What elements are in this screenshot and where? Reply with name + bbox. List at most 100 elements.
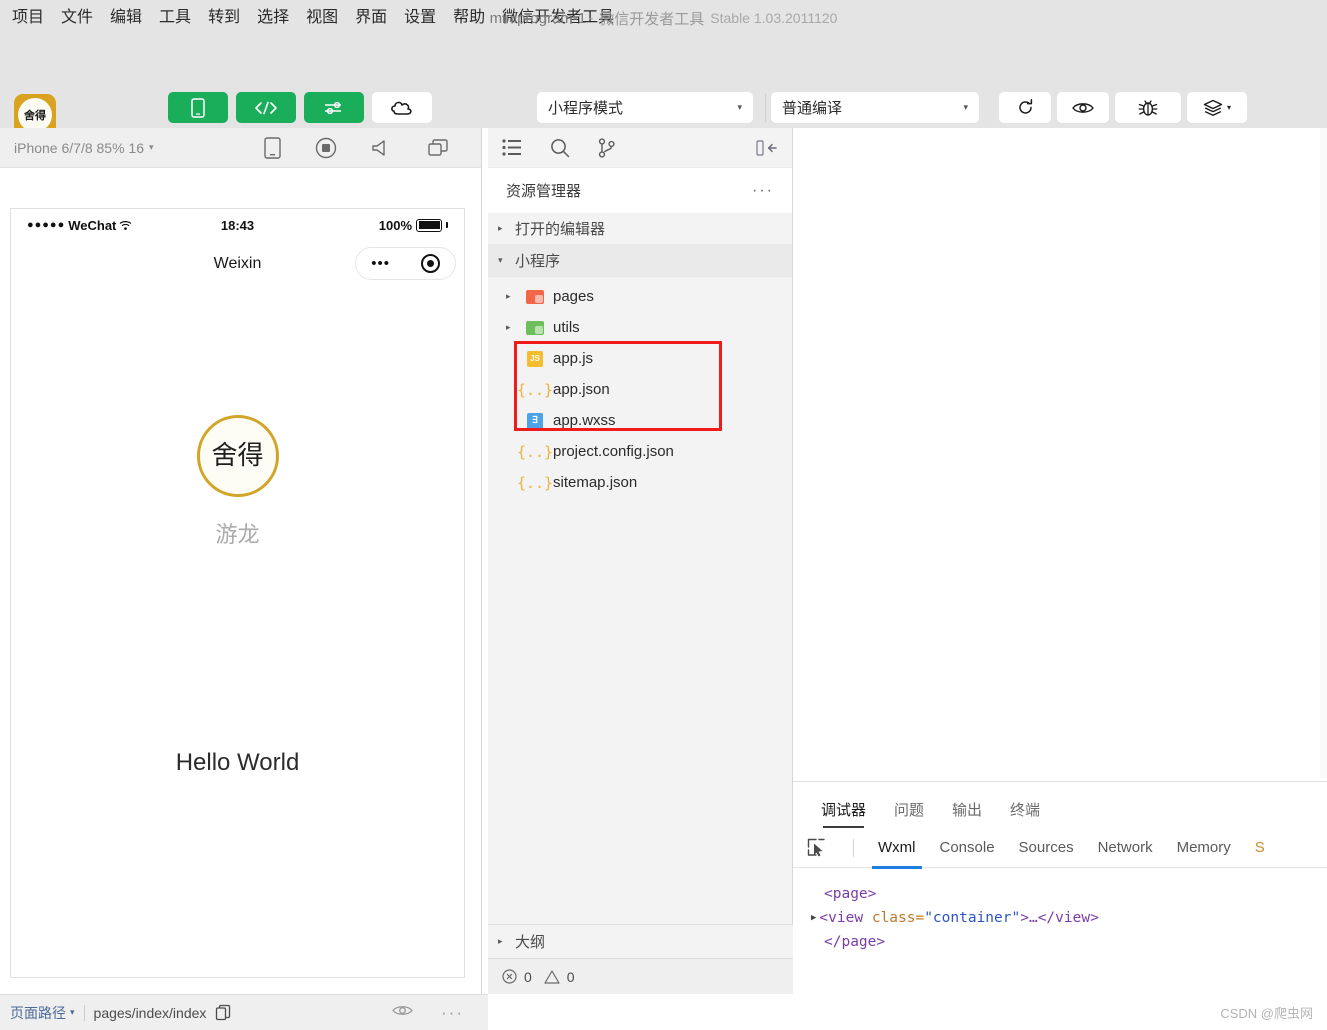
chevron-right-icon: ▸ (506, 291, 511, 301)
record-icon[interactable] (315, 137, 337, 159)
explorer-list-icon[interactable] (502, 139, 522, 156)
menu-item-goto[interactable]: 转到 (208, 0, 240, 36)
tree-item-app-json[interactable]: {..} app.json (488, 374, 792, 405)
section-outline[interactable]: ▸ 大纲 (488, 924, 793, 958)
tree-item-label: utils (553, 319, 580, 336)
section-open-editors[interactable]: ▸ 打开的编辑器 (488, 213, 792, 245)
menu-item-edit[interactable]: 编辑 (110, 0, 142, 36)
app-logo-glyph: 舍得 (18, 98, 52, 132)
editor-scrollbar[interactable] (1320, 128, 1327, 778)
copy-icon[interactable] (215, 1004, 231, 1021)
layers-icon: ▾ (1187, 92, 1247, 123)
tree-item-label: project.config.json (553, 443, 674, 460)
simulator-panel: iPhone 6/7/8 85% 16 ▾ ●●●●● WeChat 18:43… (0, 128, 482, 994)
miniprogram-page: 舍得 游龙 Hello World (11, 287, 464, 977)
compile-select-value: 普通编译 (782, 100, 843, 117)
wxml-line-1: <page> (811, 882, 1327, 906)
simulator-header: iPhone 6/7/8 85% 16 ▾ (0, 128, 481, 168)
tree-item-app-js[interactable]: JS app.js (488, 343, 792, 374)
explorer-more-icon[interactable]: ··· (752, 182, 774, 200)
phone-battery: 100% (379, 218, 448, 233)
collapse-sidebar-icon[interactable] (756, 139, 778, 157)
subtab-truncated[interactable]: S (1255, 828, 1265, 868)
search-icon[interactable] (550, 138, 570, 158)
expand-triangle-icon[interactable]: ▶ (811, 906, 816, 930)
menu-item-help[interactable]: 帮助 (453, 0, 485, 36)
volume-icon[interactable] (371, 138, 393, 158)
device-rotate-icon[interactable] (264, 136, 281, 159)
tree-item-project-config-json[interactable]: {..} project.config.json (488, 436, 792, 467)
chevron-down-icon: ▾ (737, 102, 742, 112)
source-control-icon[interactable] (598, 137, 616, 158)
element-picker-icon[interactable] (807, 838, 827, 857)
carrier-name: WeChat (68, 217, 117, 233)
explorer-panel: 资源管理器 ··· ▸ 打开的编辑器 ▾ 小程序 ▸ pages ▸ utils (488, 128, 793, 994)
tree-item-utils[interactable]: ▸ utils (488, 312, 792, 343)
compile-select[interactable]: 普通编译 ▾ (771, 92, 979, 123)
section-miniprogram[interactable]: ▾ 小程序 (488, 245, 792, 277)
menu-item-select[interactable]: 选择 (257, 0, 289, 36)
subtab-console[interactable]: Console (940, 828, 995, 868)
chevron-right-icon: ▸ (498, 223, 503, 233)
tree-item-sitemap-json[interactable]: {..} sitemap.json (488, 467, 792, 498)
menu-item-project[interactable]: 项目 (12, 0, 44, 36)
menu-item-settings[interactable]: 设置 (404, 0, 436, 36)
wxml-line-2-close: >…</view> (1020, 910, 1099, 926)
tree-item-app-wxss[interactable]: ∃ app.wxss (488, 405, 792, 436)
error-circle-icon[interactable] (502, 969, 517, 984)
json-file-icon: {..} (516, 473, 554, 492)
warning-triangle-icon[interactable] (544, 969, 560, 984)
bug-icon (1115, 92, 1181, 123)
eye-icon (1057, 92, 1109, 123)
page-bar-right-icons: ··· (392, 1003, 478, 1023)
json-file-icon: {..} (516, 380, 554, 399)
page-path-selector[interactable]: 页面路径 ▾ (10, 1003, 75, 1023)
battery-percent: 100% (378, 217, 412, 233)
page-path-bar: 页面路径 ▾ pages/index/index ··· (0, 994, 488, 1030)
menu-item-tools[interactable]: 工具 (159, 0, 191, 36)
section-miniprogram-label: 小程序 (515, 253, 561, 270)
subtab-network[interactable]: Network (1098, 828, 1153, 868)
window-title-app: 微信开发者工具 (599, 10, 705, 28)
current-page-path: pages/index/index (93, 1004, 207, 1021)
menu-item-file[interactable]: 文件 (61, 0, 93, 36)
mode-select-value: 小程序模式 (548, 100, 624, 117)
tree-item-label: sitemap.json (553, 474, 638, 491)
subtab-memory[interactable]: Memory (1177, 828, 1231, 868)
phone-nav-bar: Weixin ••• (11, 241, 464, 287)
file-tree: ▸ pages ▸ utils JS app.js {..} app.json (488, 277, 792, 498)
folder-red-icon (524, 289, 546, 304)
multi-window-icon[interactable] (427, 138, 449, 158)
wxml-tree-view[interactable]: <page> ▶ <view class= "container" >…</view… (793, 868, 1327, 954)
divider (853, 838, 854, 857)
warning-count: 0 (566, 968, 575, 985)
explorer-title: 资源管理器 (506, 183, 582, 200)
wxml-line-1-text: <page> (824, 886, 877, 902)
menu-item-view[interactable]: 视图 (306, 0, 338, 36)
mode-select[interactable]: 小程序模式 ▾ (537, 92, 753, 123)
tree-item-pages[interactable]: ▸ pages (488, 281, 792, 312)
tab-terminal[interactable]: 终端 (1010, 799, 1040, 828)
device-selector-label: iPhone 6/7/8 85% 16 (14, 139, 144, 156)
eye-icon[interactable] (392, 1003, 413, 1023)
section-open-editors-label: 打开的编辑器 (515, 221, 606, 238)
subtab-sources[interactable]: Sources (1019, 828, 1074, 868)
phone-icon (168, 92, 228, 123)
menu-item-devtools[interactable]: 微信开发者工具 (502, 0, 614, 36)
tab-output[interactable]: 输出 (952, 799, 982, 828)
wxml-line-2[interactable]: ▶ <view class= "container" >…</view> (811, 906, 1327, 930)
more-icon[interactable]: ··· (441, 1004, 464, 1021)
device-selector[interactable]: iPhone 6/7/8 85% 16 ▾ (14, 140, 154, 156)
menu-item-interface[interactable]: 界面 (355, 0, 387, 36)
tab-debugger[interactable]: 调试器 (821, 799, 866, 828)
editor-area[interactable] (793, 128, 1327, 778)
brand-logo: 舍得 (196, 415, 279, 497)
wechat-capsule-button[interactable]: ••• (355, 247, 456, 280)
subtab-wxml[interactable]: Wxml (872, 828, 921, 869)
chevron-down-icon: ▾ (1226, 103, 1231, 112)
tab-problems[interactable]: 问题 (894, 799, 924, 828)
folder-green-icon (524, 320, 546, 335)
chevron-down-icon: ▾ (149, 142, 154, 152)
capsule-close-icon[interactable] (420, 254, 440, 273)
wxml-line-2-tag: <view (819, 910, 872, 926)
